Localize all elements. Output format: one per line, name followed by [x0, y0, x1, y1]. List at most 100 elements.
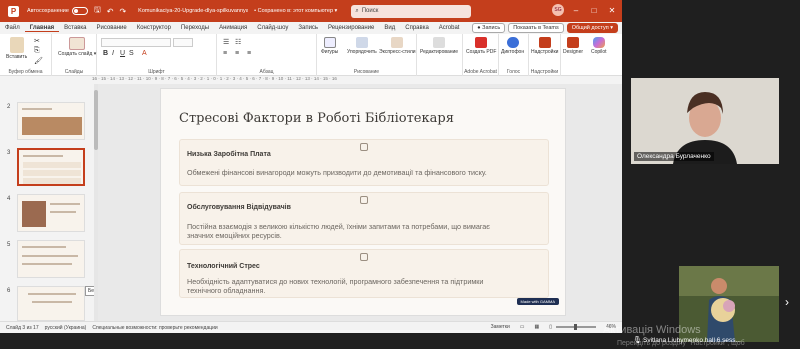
save-location[interactable]: • Сохранено в: этот компьютер ▾ — [254, 8, 337, 14]
quick-styles-button[interactable]: Экспресс-стили — [379, 37, 416, 55]
italic-icon[interactable]: I — [112, 50, 114, 57]
undo-icon[interactable]: ↶ — [107, 7, 114, 16]
autosave-label: Автосохранение — [27, 8, 69, 14]
tab-draw[interactable]: Рисование — [91, 25, 131, 31]
voice-group-label: Голос — [506, 69, 521, 75]
tab-acrobat[interactable]: Acrobat — [434, 25, 465, 31]
search-box[interactable]: ⌕ Поиск — [351, 4, 472, 18]
next-page-arrow-icon[interactable]: › — [785, 295, 789, 309]
slide-thumbnail-3[interactable] — [17, 148, 85, 186]
pdf-icon — [475, 37, 488, 48]
language-status[interactable]: русский (Украина) — [45, 325, 87, 331]
slide-thumbnail-2[interactable] — [17, 102, 85, 140]
minimize-icon[interactable]: – — [570, 6, 582, 15]
new-slide-button[interactable]: Создать слайд ▾ — [58, 37, 96, 57]
slide[interactable]: Стресові Фактори в Роботі Бібліотекаря Н… — [160, 88, 566, 316]
card-low-salary[interactable]: Низька Заробітна Плата Обмежені фінансов… — [179, 139, 549, 186]
card-text-line2: технічного обладнання. — [187, 286, 266, 295]
zoom-slider[interactable] — [555, 324, 596, 330]
save-icon[interactable]: 🖫 — [94, 4, 101, 18]
strikethrough-icon[interactable]: S — [129, 50, 134, 57]
tab-file[interactable]: Файл — [0, 25, 25, 31]
cut-icon[interactable]: ✂ — [34, 37, 40, 45]
slide-thumbnail-5[interactable] — [17, 240, 85, 278]
tab-animations[interactable]: Анимация — [214, 25, 252, 31]
copilot-button[interactable]: Copilot — [591, 37, 607, 55]
quick-styles-icon — [391, 37, 404, 48]
normal-view-icon[interactable]: ▭ — [520, 324, 525, 330]
status-bar: Слайд 3 из 17 русский (Украина) Специаль… — [0, 321, 622, 333]
editing-button[interactable]: Редактирование — [420, 37, 458, 55]
tab-slideshow[interactable]: Слайд-шоу — [252, 25, 293, 31]
tab-record[interactable]: Запись — [293, 25, 323, 31]
paste-button[interactable]: Вставить — [6, 37, 27, 60]
teams-button[interactable]: Показать в Teams — [508, 23, 564, 33]
tab-review[interactable]: Рецензирование — [323, 25, 379, 31]
paste-label: Вставить — [6, 54, 28, 60]
card-visitors[interactable]: Обслуговування Відвідувачів Постійна вза… — [179, 192, 549, 245]
autosave-toggle[interactable] — [71, 7, 88, 15]
card-text-line1: Постійна взаємодія з великою кількістю л… — [187, 222, 490, 231]
slide-canvas: Стресові Фактори в Роботі Бібліотекаря Н… — [98, 84, 622, 321]
slides-group: Создать слайд ▾ Слайды — [52, 34, 97, 76]
tab-help[interactable]: Справка — [400, 25, 434, 31]
powerpoint-window: P Автосохранение 🖫 ↶ ↷ Komunikaciya-20-U… — [0, 0, 622, 333]
dictate-button[interactable]: Диктофон — [501, 37, 524, 55]
maximize-icon[interactable]: □ — [588, 6, 600, 15]
designer-button[interactable]: Designer — [563, 37, 583, 55]
font-family-select[interactable] — [101, 38, 171, 47]
card-heading: Низька Заробітна Плата — [187, 151, 271, 158]
acrobat-group-label: Adobe Acrobat — [464, 69, 497, 75]
thumbnail-scrollbar[interactable] — [94, 84, 98, 321]
avatar[interactable]: SG — [552, 4, 564, 16]
accessibility-status[interactable]: Специальные возможности: проверьте реком… — [92, 325, 217, 331]
align-right-icon[interactable]: ≡ — [247, 50, 251, 57]
addins-group: Надстройки Надстройки — [529, 34, 561, 76]
slide-thumbnail-4[interactable] — [17, 194, 85, 232]
made-with-gamma-badge[interactable]: Made with GAMMA — [516, 298, 559, 305]
create-pdf-button[interactable]: Создать PDF — [466, 37, 496, 55]
editing-group: Редактирование — [417, 34, 463, 76]
copy-icon[interactable]: ⎘ — [34, 47, 40, 55]
tab-design[interactable]: Конструктор — [132, 25, 176, 31]
thumb-number: 4 — [7, 196, 11, 202]
sorter-view-icon[interactable]: ▦ — [534, 324, 539, 330]
bullets-icon[interactable]: ☰ — [223, 38, 229, 46]
card-tech-stress[interactable]: Технологічний Стрес Необхідність адаптув… — [179, 249, 549, 298]
notes-button[interactable]: Заметки — [491, 324, 510, 330]
underline-icon[interactable]: U — [120, 50, 125, 57]
addins-icon — [538, 37, 551, 48]
paragraph-group: ☰ ☷ ≡ ≡ ≡ Абзац — [217, 34, 317, 76]
scroll-thumb[interactable] — [94, 90, 98, 150]
align-center-icon[interactable]: ≡ — [235, 50, 239, 57]
editing-label: Редактирование — [420, 49, 459, 55]
quick-styles-label: Экспресс-стили — [379, 49, 416, 55]
slide-thumbnail-6[interactable] — [17, 286, 85, 321]
redo-icon[interactable]: ↷ — [119, 7, 126, 16]
slides-group-label: Слайды — [64, 69, 84, 75]
slide-title[interactable]: Стресові Фактори в Роботі Бібліотекаря — [179, 111, 454, 126]
font-size-select[interactable] — [173, 38, 193, 47]
designer-group: Designer Copilot — [561, 34, 622, 76]
bold-icon[interactable]: B — [103, 50, 108, 57]
thumb-card — [23, 170, 81, 176]
tab-view[interactable]: Вид — [379, 25, 400, 31]
tab-insert[interactable]: Вставка — [59, 25, 91, 31]
thumb-line — [32, 301, 72, 303]
create-pdf-label: Создать PDF — [466, 49, 497, 55]
align-left-icon[interactable]: ≡ — [223, 50, 227, 57]
record-button[interactable]: ● Запись — [472, 23, 506, 33]
tab-transitions[interactable]: Переходы — [176, 25, 214, 31]
numbering-icon[interactable]: ☷ — [235, 38, 241, 46]
reading-view-icon[interactable]: ▯ — [549, 324, 552, 330]
share-button[interactable]: Общий доступ ▾ — [566, 23, 618, 33]
format-painter-icon[interactable]: 🖌 — [34, 57, 43, 65]
shapes-button[interactable]: Фигуры — [321, 37, 338, 55]
font-color-icon[interactable]: A — [142, 50, 147, 57]
arrange-button[interactable]: Упорядочить — [347, 37, 377, 55]
tab-home[interactable]: Главная — [24, 25, 60, 32]
dictate-label: Диктофон — [501, 49, 525, 55]
voice-group: Диктофон Голос — [499, 34, 529, 76]
addins-button[interactable]: Надстройки — [531, 37, 558, 55]
close-icon[interactable]: ✕ — [606, 6, 618, 15]
